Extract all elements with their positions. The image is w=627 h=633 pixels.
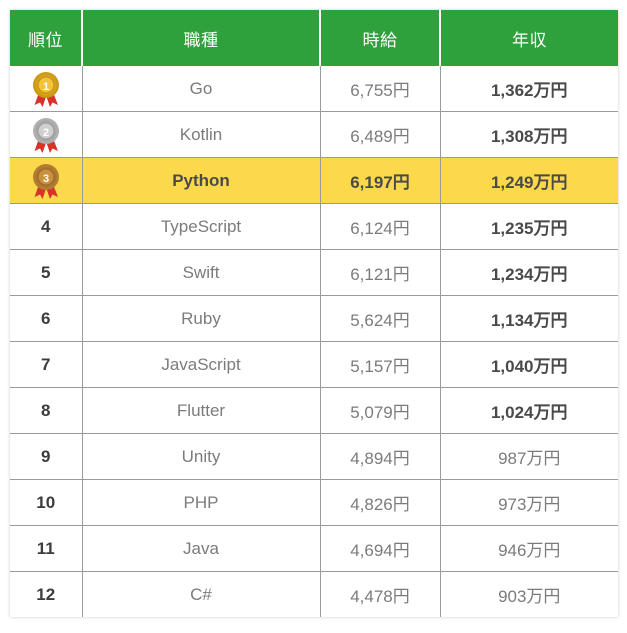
annual-cell: 1,134万円 [440, 295, 618, 342]
annual-cell: 946万円 [440, 525, 618, 572]
column-header-rank: 順位 [10, 10, 83, 66]
table-row: 10 PHP 4,826円 973万円 [10, 479, 618, 526]
rank-cell: 8 [10, 387, 83, 434]
hourly-cell: 6,197円 [320, 157, 441, 204]
annual-cell: 1,362万円 [440, 66, 618, 112]
table-row: 4 TypeScript 6,124円 1,235万円 [10, 203, 618, 250]
svg-text:3: 3 [43, 173, 49, 185]
annual-cell: 987万円 [440, 433, 618, 480]
rank-cell: 10 [10, 479, 83, 526]
hourly-cell: 6,121円 [320, 249, 441, 296]
job-cell: Flutter [82, 387, 321, 434]
table-row: 5 Swift 6,121円 1,234万円 [10, 249, 618, 296]
column-header-job: 職種 [82, 10, 321, 66]
page-container: 順位 職種 時給 年収 1 Go 6,755円 1,362万円 2 Kotlin 6,489… [0, 0, 627, 633]
table-row: 12 C# 4,478円 903万円 [10, 571, 618, 617]
job-cell: Unity [82, 433, 321, 480]
table-row: 6 Ruby 5,624円 1,134万円 [10, 295, 618, 342]
silver-medal-icon: 2 [29, 116, 63, 154]
column-header-annual: 年収 [440, 10, 618, 66]
rank-cell: 6 [10, 295, 83, 342]
annual-cell: 1,235万円 [440, 203, 618, 250]
job-cell: Ruby [82, 295, 321, 342]
job-cell: TypeScript [82, 203, 321, 250]
table-row: 1 Go 6,755円 1,362万円 [10, 66, 618, 112]
hourly-cell: 4,694円 [320, 525, 441, 572]
annual-cell: 903万円 [440, 571, 618, 617]
job-cell: Swift [82, 249, 321, 296]
table-row: 8 Flutter 5,079円 1,024万円 [10, 387, 618, 434]
bronze-medal-icon: 3 [29, 162, 63, 200]
rank-cell: 5 [10, 249, 83, 296]
annual-cell: 1,249万円 [440, 157, 618, 204]
table-header-row: 順位 職種 時給 年収 [10, 10, 618, 66]
hourly-cell: 5,157円 [320, 341, 441, 388]
rank-cell-medal: 2 [10, 111, 83, 158]
table-row: 2 Kotlin 6,489円 1,308万円 [10, 111, 618, 158]
table-body: 1 Go 6,755円 1,362万円 2 Kotlin 6,489円 1,308万円 3 Pyt… [10, 66, 618, 617]
job-cell: Go [82, 66, 321, 112]
hourly-cell: 6,124円 [320, 203, 441, 250]
table-header: 順位 職種 時給 年収 [10, 10, 618, 66]
rank-cell: 9 [10, 433, 83, 480]
job-cell: PHP [82, 479, 321, 526]
job-cell: Python [82, 157, 321, 204]
annual-cell: 1,024万円 [440, 387, 618, 434]
rank-cell: 11 [10, 525, 83, 572]
table-row: 9 Unity 4,894円 987万円 [10, 433, 618, 480]
svg-text:2: 2 [43, 127, 49, 139]
hourly-cell: 4,478円 [320, 571, 441, 617]
job-cell: JavaScript [82, 341, 321, 388]
rank-cell-medal: 3 [10, 157, 83, 204]
hourly-cell: 6,755円 [320, 66, 441, 112]
annual-cell: 1,308万円 [440, 111, 618, 158]
svg-text:1: 1 [43, 81, 49, 93]
job-cell: C# [82, 571, 321, 617]
hourly-cell: 5,079円 [320, 387, 441, 434]
rank-cell: 12 [10, 571, 83, 617]
rank-cell: 7 [10, 341, 83, 388]
annual-cell: 1,234万円 [440, 249, 618, 296]
table-row: 11 Java 4,694円 946万円 [10, 525, 618, 572]
column-header-hourly: 時給 [320, 10, 441, 66]
job-cell: Kotlin [82, 111, 321, 158]
hourly-cell: 4,894円 [320, 433, 441, 480]
hourly-cell: 5,624円 [320, 295, 441, 342]
annual-cell: 1,040万円 [440, 341, 618, 388]
table-row: 3 Python 6,197円 1,249万円 [10, 157, 618, 204]
hourly-cell: 4,826円 [320, 479, 441, 526]
table-row: 7 JavaScript 5,157円 1,040万円 [10, 341, 618, 388]
rank-cell: 4 [10, 203, 83, 250]
hourly-cell: 6,489円 [320, 111, 441, 158]
rank-cell-medal: 1 [10, 66, 83, 112]
job-cell: Java [82, 525, 321, 572]
gold-medal-icon: 1 [29, 70, 63, 108]
salary-ranking-table: 順位 職種 時給 年収 1 Go 6,755円 1,362万円 2 Kotlin 6,489… [10, 10, 618, 617]
annual-cell: 973万円 [440, 479, 618, 526]
